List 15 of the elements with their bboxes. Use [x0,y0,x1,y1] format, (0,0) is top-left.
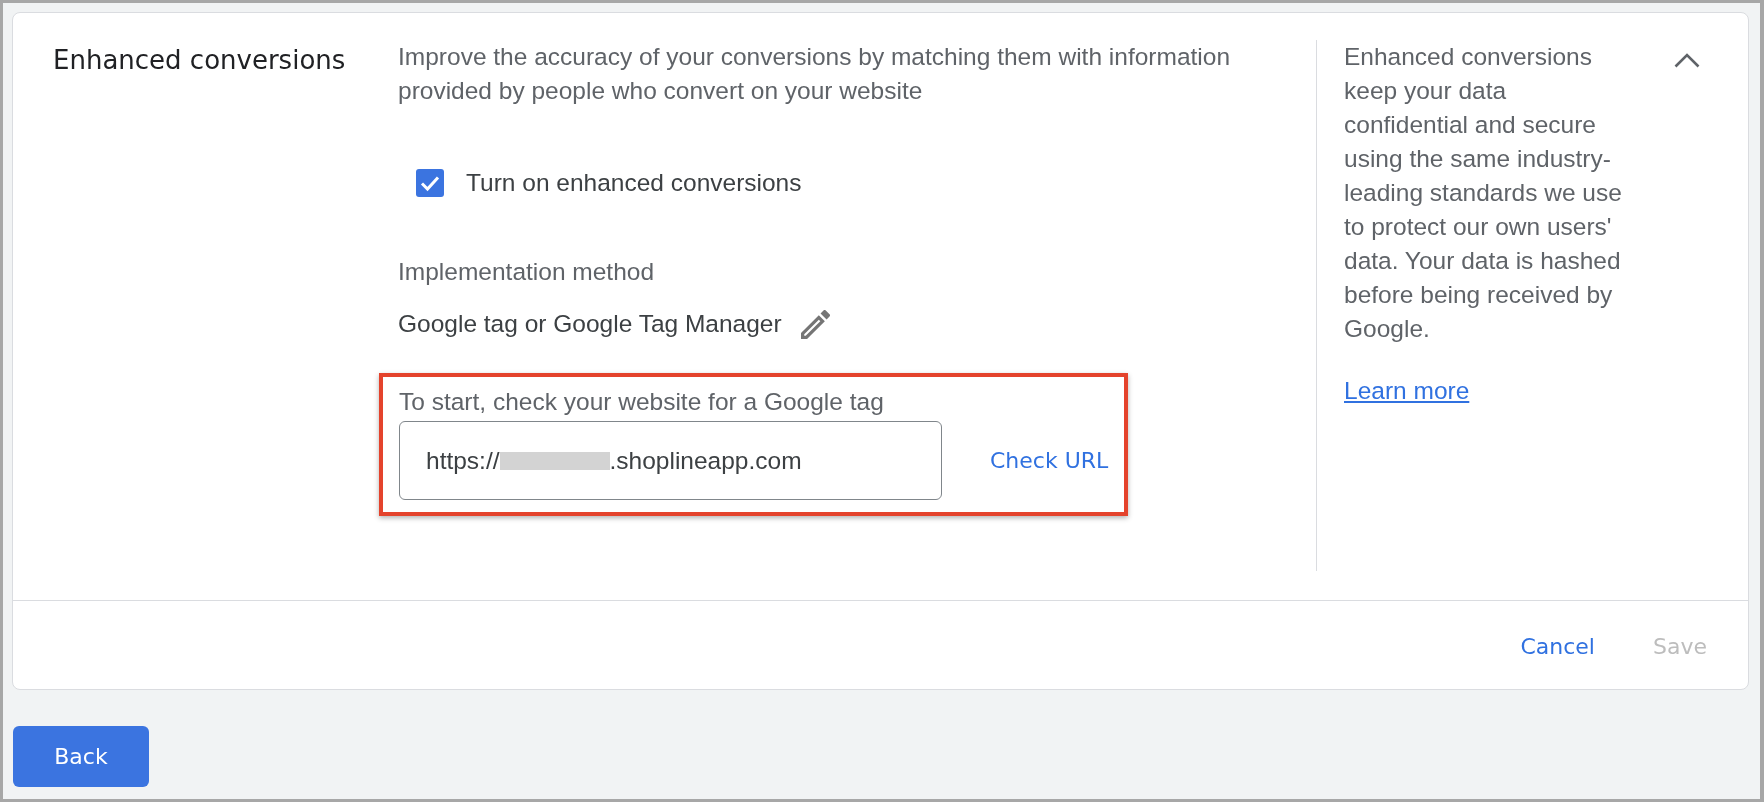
url-check-label: To start, check your website for a Google tag [399,387,884,417]
back-button[interactable]: Back [13,726,149,787]
footer-action-button[interactable]: Cancel [1508,623,1607,670]
section-description: Improve the accuracy of your conversions by matching them with information provided by people who convert on your website [398,42,1231,106]
implementation-label: Implementation method [398,257,655,287]
check-url-button[interactable]: Check URL [990,445,1109,476]
edit-icon[interactable] [800,309,830,339]
chevron-up-icon[interactable] [1674,53,1700,68]
url-input-field[interactable]: https:// .shoplineapp.com [399,421,942,500]
checkbox[interactable] [416,169,444,197]
checkbox-label: Turn on enhanced conversions [466,168,802,198]
side-note-text: Enhanced conversions keep your data confidential and secure using the same industry-leading standards we use to protect our own users' data. Your data is hashed before being received by Google. [1344,42,1623,344]
learn-more-link[interactable]: Learn more [1344,374,1470,408]
section-title: Enhanced conversions [53,44,346,77]
implementation-value: Google tag or Google Tag Manager [398,309,782,339]
